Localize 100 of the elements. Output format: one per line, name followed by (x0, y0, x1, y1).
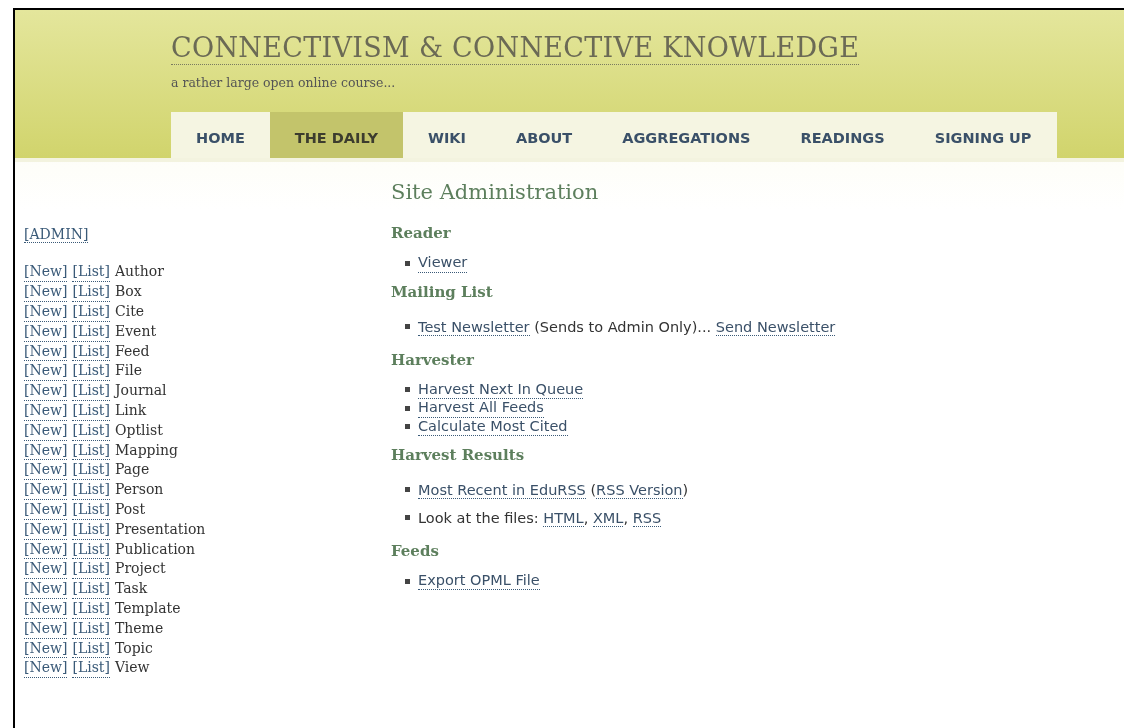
list-item-text: Look at the files: HTML, XML, RSS (418, 508, 662, 529)
content-type-label: Author (114, 262, 164, 282)
nav-tab[interactable]: SIGNING UP (909, 112, 1057, 159)
content-type-label: Presentation (114, 519, 206, 539)
bullet-icon (405, 324, 410, 330)
list-link[interactable]: [List] (72, 420, 110, 441)
content-type-label: Journal (114, 381, 167, 401)
nav-tab[interactable]: THE DAILY (269, 112, 403, 159)
bullet-icon (405, 387, 410, 393)
admin-action-link[interactable]: Viewer (418, 254, 468, 273)
nav-tab[interactable]: ABOUT (490, 112, 598, 159)
admin-action-link[interactable]: Calculate Most Cited (418, 417, 568, 436)
content-type-label: Mapping (114, 440, 179, 460)
content-type-label: Task (114, 579, 148, 599)
new-link[interactable]: [New] (24, 539, 68, 560)
list-link[interactable]: [List] (72, 381, 110, 401)
list-link[interactable]: [List] (72, 400, 110, 421)
list-link[interactable]: [List] (72, 282, 110, 302)
bullet-icon (405, 424, 410, 430)
new-link[interactable]: [New] (24, 321, 68, 342)
new-link[interactable]: [New] (24, 598, 68, 619)
list-link[interactable]: [List] (72, 638, 110, 659)
bullet-icon (405, 261, 410, 267)
content-type-label: Post (114, 499, 146, 519)
content-type-label: Cite (114, 302, 145, 321)
admin-action-link[interactable]: Harvest Next In Queue (418, 380, 584, 400)
bullet-icon (405, 405, 410, 411)
content-type-label: Event (114, 321, 157, 341)
new-link[interactable]: [New] (24, 559, 68, 580)
new-link[interactable]: [New] (24, 400, 68, 421)
list-link[interactable]: [List] (72, 440, 110, 461)
list-link[interactable]: [List] (72, 658, 110, 679)
new-link[interactable]: [New] (24, 302, 68, 322)
site-title[interactable]: CONNECTIVISM & CONNECTIVE KNOWLEDGE (171, 32, 860, 66)
new-link[interactable]: [New] (24, 499, 68, 520)
list-link[interactable]: [List] (72, 559, 110, 580)
new-link[interactable]: [New] (24, 381, 68, 401)
content-type-label: Page (114, 460, 150, 480)
content-type-label: Optlist (114, 420, 163, 440)
list-link[interactable]: [List] (72, 460, 110, 481)
list-link[interactable]: [List] (72, 262, 110, 283)
nav-tab[interactable]: WIKI (402, 112, 491, 159)
list-link[interactable]: [List] (72, 579, 110, 599)
bullet-icon (405, 578, 410, 584)
admin-action-link[interactable]: Most Recent in EduRSS (418, 481, 586, 499)
nav-tab[interactable]: AGGREGATIONS (597, 112, 776, 159)
new-link[interactable]: [New] (24, 658, 68, 679)
page-heading: Site Administration (391, 180, 600, 205)
new-link[interactable]: [New] (24, 341, 68, 362)
content-type-label: Project (114, 559, 166, 579)
section-heading: Harvest Results (391, 445, 526, 464)
section-heading: Mailing List (391, 282, 494, 301)
content-type-label: Feed (114, 341, 150, 361)
bullet-icon (405, 515, 410, 521)
list-link[interactable]: [List] (72, 499, 110, 520)
new-link[interactable]: [New] (24, 262, 68, 283)
admin-action-link[interactable]: Export OPML File (418, 571, 540, 591)
nav-tab[interactable]: READINGS (775, 112, 910, 159)
new-link[interactable]: [New] (24, 361, 68, 382)
new-link[interactable]: [New] (24, 440, 68, 461)
list-item-text: Test Newsletter (Sends to Admin Only)... Send Newsletter (418, 317, 836, 338)
content-type-label: Box (114, 282, 142, 302)
admin-action-link[interactable]: Harvest All Feeds (418, 399, 544, 418)
admin-action-link[interactable]: Send Newsletter (715, 318, 836, 336)
new-link[interactable]: [New] (24, 420, 68, 441)
section-heading: Reader (391, 224, 452, 243)
content-type-label: Person (114, 480, 164, 500)
content-type-label: Link (114, 400, 147, 420)
new-link[interactable]: [New] (24, 519, 68, 540)
section-heading: Harvester (391, 350, 475, 369)
new-link[interactable]: [New] (24, 460, 68, 481)
admin-action-link[interactable]: RSS Version (596, 481, 683, 499)
admin-link[interactable]: [ADMIN] (24, 226, 89, 244)
admin-action-link[interactable]: RSS (632, 509, 662, 527)
new-link[interactable]: [New] (24, 638, 68, 659)
content-type-label: Template (114, 598, 181, 618)
bullet-icon (405, 487, 410, 493)
list-link[interactable]: [List] (72, 598, 110, 619)
list-link[interactable]: [List] (72, 302, 110, 322)
list-link[interactable]: [List] (72, 361, 110, 382)
list-link[interactable]: [List] (72, 321, 110, 342)
new-link[interactable]: [New] (24, 618, 68, 639)
nav-tab[interactable]: HOME (171, 112, 270, 159)
list-link[interactable]: [List] (72, 618, 110, 639)
list-link[interactable]: [List] (72, 341, 110, 362)
new-link[interactable]: [New] (24, 282, 68, 302)
content-type-label: File (114, 361, 142, 381)
new-link[interactable]: [New] (24, 579, 68, 599)
list-item-text: Most Recent in EduRSS (RSS Version) (418, 480, 689, 501)
list-link[interactable]: [List] (72, 539, 110, 560)
section-heading: Feeds (391, 541, 440, 560)
new-link[interactable]: [New] (24, 480, 68, 500)
list-link[interactable]: [List] (72, 480, 110, 500)
admin-action-link[interactable]: XML (592, 509, 624, 527)
admin-action-link[interactable]: Test Newsletter (418, 318, 530, 336)
content-type-label: Topic (114, 638, 153, 658)
content-type-label: Publication (114, 539, 196, 559)
admin-action-link[interactable]: HTML (543, 509, 584, 527)
site-tagline: a rather large open online course... (171, 75, 397, 91)
list-link[interactable]: [List] (72, 519, 110, 540)
